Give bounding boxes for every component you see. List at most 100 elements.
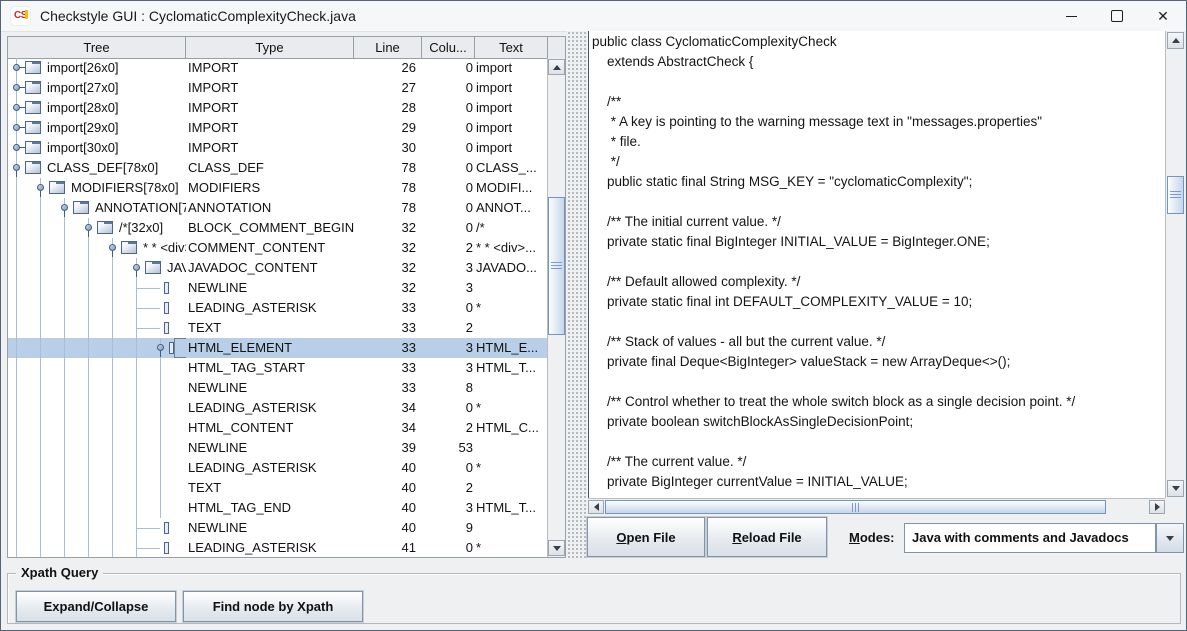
tree-cell: import[28x0]: [8, 98, 186, 118]
code-line: * A key is pointing to the warning messa…: [592, 112, 1165, 132]
type-cell: NEWLINE: [186, 278, 354, 298]
minimize-button[interactable]: [1048, 1, 1094, 31]
text-cell: *: [475, 458, 547, 478]
column-cell: 0: [422, 58, 475, 78]
tree-table-row[interactable]: NEWLINE338: [8, 378, 547, 398]
tree-table-row[interactable]: MODIFIERS[78x0]MODIFIERS780MODIFI...: [8, 178, 547, 198]
column-cell: 0: [422, 178, 475, 198]
code-vertical-scrollbar[interactable]: [1165, 31, 1185, 498]
folder-icon: [25, 141, 41, 154]
selection-focus-border: [174, 338, 186, 358]
tree-table-row[interactable]: TEXT402: [8, 478, 547, 498]
tree-connector-line: [88, 458, 89, 478]
text-cell: [475, 518, 547, 538]
scroll-up-button[interactable]: [548, 59, 565, 75]
tree-connector-line: [112, 278, 113, 298]
tree-cell: [8, 438, 186, 458]
tree-connector-line: [40, 378, 41, 398]
tree-table-row[interactable]: TEXT332: [8, 318, 547, 338]
tree-table-row[interactable]: HTML_CONTENT342HTML_C...: [8, 418, 547, 438]
source-code-area[interactable]: public class CyclomaticComplexityCheck e…: [588, 31, 1165, 498]
window-controls: ✕: [1048, 1, 1186, 31]
tree-expand-handle-icon[interactable]: [13, 144, 20, 151]
maximize-button[interactable]: [1094, 1, 1140, 31]
tree-table-row[interactable]: * * <div>COMMENT_CONTENT322* * <div>...: [8, 238, 547, 258]
tree-table-row[interactable]: import[29x0]IMPORT290import: [8, 118, 547, 138]
tree-collapse-handle-icon[interactable]: [37, 184, 44, 191]
tree-table-row[interactable]: HTML_TAG_END403HTML_T...: [8, 498, 547, 518]
tree-connector-line: [64, 518, 65, 538]
type-cell: COMMENT_CONTENT: [186, 238, 354, 258]
tree-table-row[interactable]: NEWLINE323: [8, 278, 547, 298]
tree-expand-handle-icon[interactable]: [13, 124, 20, 131]
tree-table-row[interactable]: LEADING_ASTERISK410*: [8, 538, 547, 557]
leaf-icon: [164, 522, 169, 534]
tree-connector-line: [136, 528, 160, 529]
split-pane-divider[interactable]: [567, 31, 588, 558]
tree-table-row[interactable]: LEADING_ASTERISK400*: [8, 458, 547, 478]
tree-cell: import[27x0]: [8, 78, 186, 98]
tree-connector-line: [40, 458, 41, 478]
tree-table-vertical-scrollbar[interactable]: [547, 58, 565, 557]
tree-connector-line: [16, 458, 17, 478]
tree-table-scroll-thumb[interactable]: [548, 197, 565, 335]
tree-table-row[interactable]: import[30x0]IMPORT300import: [8, 138, 547, 158]
text-cell: HTML_C...: [475, 418, 547, 438]
reload-file-button[interactable]: Reload File: [707, 517, 827, 557]
tree-table-row[interactable]: /*[32x0]BLOCK_COMMENT_BEGIN320/*: [8, 218, 547, 238]
tree-table-row[interactable]: NEWLINE409: [8, 518, 547, 538]
scroll-down-button[interactable]: [1167, 480, 1184, 497]
tree-table-row[interactable]: HTML_TAG_START333HTML_T...: [8, 358, 547, 378]
scroll-right-icon: [1155, 503, 1160, 511]
tree-table-row[interactable]: HTML_ELEMENT333HTML_E...: [8, 338, 547, 358]
column-header-type[interactable]: Type: [186, 37, 354, 58]
code-scroll-thumb[interactable]: [1167, 176, 1184, 214]
tree-cell: /*[32x0]: [8, 218, 186, 238]
scroll-left-button[interactable]: [588, 500, 604, 514]
scroll-down-button[interactable]: [548, 540, 565, 556]
tree-table-row[interactable]: CLASS_DEF[78x0]CLASS_DEF780CLASS_...: [8, 158, 547, 178]
tree-table-row[interactable]: LEADING_ASTERISK340*: [8, 398, 547, 418]
column-header-line[interactable]: Line: [354, 37, 422, 58]
tree-expand-handle-icon[interactable]: [13, 64, 20, 71]
scroll-up-button[interactable]: [1167, 32, 1184, 49]
close-button[interactable]: ✕: [1140, 1, 1186, 31]
column-header-columns[interactable]: Colu...: [422, 37, 475, 58]
combobox-arrow-button[interactable]: [1156, 523, 1184, 553]
tree-table-row[interactable]: JAVADOC_CONTENTJAVADOC_CONTENT323JAVADO.…: [8, 258, 547, 278]
tree-collapse-handle-icon[interactable]: [133, 264, 140, 271]
tree-collapse-handle-icon[interactable]: [61, 204, 68, 211]
tree-collapse-handle-icon[interactable]: [13, 164, 20, 171]
table-header: TreeTypeLineColu...Text: [8, 37, 565, 59]
column-cell: 0: [422, 298, 475, 318]
column-header-tree[interactable]: Tree: [8, 37, 186, 58]
tree-table-row[interactable]: import[28x0]IMPORT280import: [8, 98, 547, 118]
tree-connector-line: [112, 298, 113, 318]
tree-collapse-handle-icon[interactable]: [157, 344, 164, 351]
column-header-text[interactable]: Text: [475, 37, 548, 58]
tree-table-row[interactable]: ANNOTATION[78x0]ANNOTATION780ANNOT...: [8, 198, 547, 218]
tree-expand-handle-icon[interactable]: [13, 104, 20, 111]
tree-collapse-handle-icon[interactable]: [85, 224, 92, 231]
line-cell: 39: [354, 438, 422, 458]
tree-connector-line: [16, 338, 17, 358]
tree-collapse-handle-icon[interactable]: [109, 244, 116, 251]
tree-connector-line: [40, 218, 41, 238]
open-file-button[interactable]: Open File: [587, 517, 705, 557]
tree-table-row[interactable]: NEWLINE3953: [8, 438, 547, 458]
minimize-icon: [1066, 16, 1077, 17]
tree-expand-handle-icon[interactable]: [13, 84, 20, 91]
code-horizontal-scrollbar[interactable]: [588, 498, 1165, 514]
code-hscroll-thumb[interactable]: [605, 500, 1106, 514]
line-cell: 34: [354, 418, 422, 438]
find-node-by-xpath-button[interactable]: Find node by Xpath: [183, 591, 363, 622]
tree-table-row[interactable]: import[27x0]IMPORT270import: [8, 78, 547, 98]
code-line: private static final int DEFAULT_COMPLEX…: [592, 292, 1165, 312]
expand-collapse-button[interactable]: Expand/Collapse: [16, 591, 176, 622]
tree-connector-line: [16, 398, 17, 418]
tree-connector-line: [112, 418, 113, 438]
scroll-right-button[interactable]: [1149, 500, 1165, 514]
tree-table-row[interactable]: LEADING_ASTERISK330*: [8, 298, 547, 318]
parse-mode-combobox[interactable]: Java with comments and Javadocs: [904, 523, 1156, 553]
tree-table-row[interactable]: import[26x0]IMPORT260import: [8, 58, 547, 78]
